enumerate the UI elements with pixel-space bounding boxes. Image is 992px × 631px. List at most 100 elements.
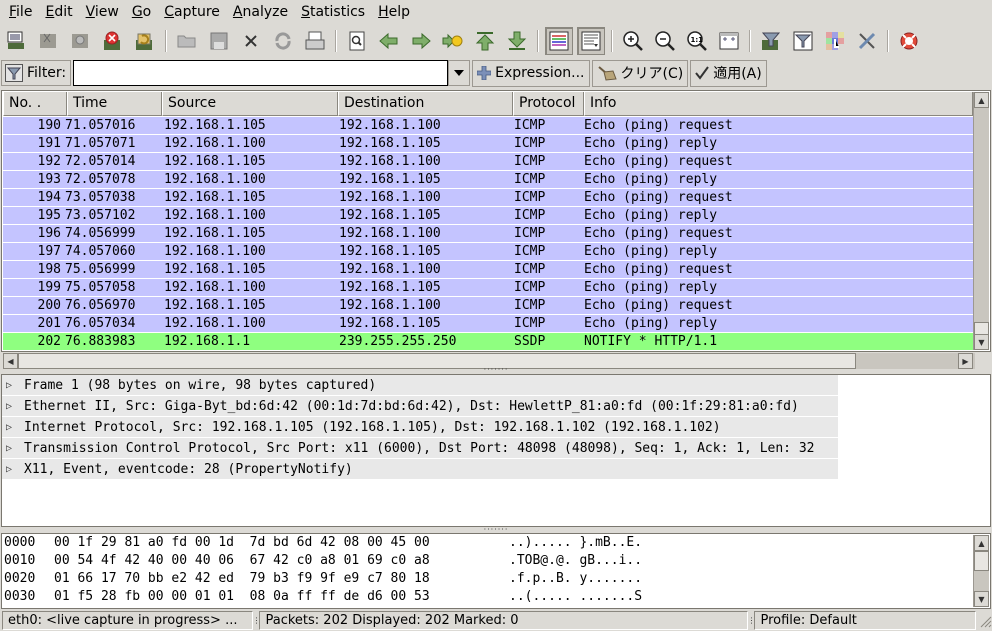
display-filter-input[interactable]: [73, 60, 449, 86]
scroll-up-button[interactable]: ▲: [974, 535, 989, 551]
go-last-button[interactable]: [503, 27, 531, 55]
auto-scroll-button[interactable]: [577, 27, 605, 55]
capture-interfaces-button[interactable]: [3, 27, 31, 55]
packet-row[interactable]: 191 71.057071 192.168.1.100 192.168.1.105 IC…: [3, 135, 973, 153]
scroll-up-button[interactable]: ▲: [974, 92, 989, 108]
go-forward-button[interactable]: [407, 27, 435, 55]
go-back-button[interactable]: [375, 27, 403, 55]
detail-tree-item[interactable]: ▷ Internet Protocol, Src: 192.168.1.105 (…: [2, 417, 838, 438]
zoom-normal-button[interactable]: 1:1: [683, 27, 711, 55]
capture-stop-button[interactable]: [99, 27, 127, 55]
packet-row[interactable]: 192 72.057014 192.168.1.105 192.168.1.100 IC…: [3, 153, 973, 171]
menu-capture[interactable]: Capture: [159, 2, 225, 22]
find-packet-button[interactable]: [343, 27, 371, 55]
column-header-source[interactable]: Source: [162, 92, 338, 116]
detail-tree-item[interactable]: ▷ X11, Event, eventcode: 28 (PropertyNoti…: [2, 459, 838, 480]
byte-offset: 0000: [4, 535, 36, 550]
pane-splitter-top[interactable]: ·······: [0, 366, 992, 374]
packet-row[interactable]: 202 76.883983 192.168.1.1 239.255.255.250 SS…: [3, 333, 973, 351]
column-header-time[interactable]: Time: [67, 92, 162, 116]
apply-button[interactable]: 適用(A): [690, 59, 767, 87]
scroll-down-button[interactable]: ▼: [974, 591, 989, 607]
packet-row[interactable]: 199 75.057058 192.168.1.100 192.168.1.105 IC…: [3, 279, 973, 297]
menu-file[interactable]: File: [4, 2, 37, 22]
packet-list-pane: No. . Time Source Destination Protocol I…: [1, 90, 991, 369]
menu-edit[interactable]: Edit: [40, 2, 77, 22]
capture-start-button[interactable]: [67, 27, 95, 55]
capture-filter-button[interactable]: [757, 27, 785, 55]
byte-ascii[interactable]: ..)..... }.mB..E.: [509, 534, 709, 552]
packet-row[interactable]: 198 75.056999 192.168.1.105 192.168.1.100 IC…: [3, 261, 973, 279]
column-header-no[interactable]: No. .: [3, 92, 67, 116]
zoom-out-button[interactable]: [651, 27, 679, 55]
cell-proto: ICMP: [514, 226, 546, 241]
menu-statistics[interactable]: Statistics: [296, 2, 370, 22]
colorize-button[interactable]: [545, 27, 573, 55]
cell-src: 192.168.1.105: [164, 262, 266, 277]
zoom-out-icon: [655, 31, 675, 51]
byte-ascii[interactable]: ..(..... .......S: [509, 588, 709, 606]
menu-view[interactable]: View: [81, 2, 124, 22]
save-file-button[interactable]: [205, 27, 233, 55]
expand-triangle-icon[interactable]: ▷: [6, 422, 18, 433]
packet-row[interactable]: 197 74.057060 192.168.1.100 192.168.1.105 IC…: [3, 243, 973, 261]
byte-ascii[interactable]: .TOB@.@. gB...i..: [509, 552, 709, 570]
expand-triangle-icon[interactable]: ▷: [6, 401, 18, 412]
detail-tree-item[interactable]: ▷ Transmission Control Protocol, Src Port…: [2, 438, 838, 459]
expression-button[interactable]: Expression...: [472, 59, 590, 87]
packet-row[interactable]: 190 71.057016 192.168.1.105 192.168.1.100 IC…: [3, 117, 973, 135]
byte-ascii[interactable]: .f.p..B. y.......: [509, 570, 709, 588]
open-file-button[interactable]: [173, 27, 201, 55]
packet-row[interactable]: 201 76.057034 192.168.1.100 192.168.1.105 IC…: [3, 315, 973, 333]
capture-options-button[interactable]: [35, 27, 63, 55]
bytes-vertical-scrollbar[interactable]: ▲ ▼: [973, 535, 989, 607]
bytes-row: 0000 00 1f 29 81 a0 fd 00 1d 7d bd 6d 42 …: [2, 534, 990, 552]
byte-hex[interactable]: 00 54 4f 42 40 00 40 06 67 42 c0 a8 01 6…: [54, 552, 509, 570]
column-header-destination[interactable]: Destination: [338, 92, 513, 116]
go-first-button[interactable]: [471, 27, 499, 55]
scrollbar-thumb[interactable]: [974, 551, 989, 571]
resize-columns-button[interactable]: [715, 27, 743, 55]
packet-row[interactable]: 196 74.056999 192.168.1.105 192.168.1.100 IC…: [3, 225, 973, 243]
column-header-info[interactable]: Info: [584, 92, 973, 116]
menu-go[interactable]: Go: [127, 2, 156, 22]
column-header-protocol[interactable]: Protocol: [513, 92, 584, 116]
expand-triangle-icon[interactable]: ▷: [6, 380, 18, 391]
close-file-button[interactable]: [237, 27, 265, 55]
byte-hex[interactable]: 01 f5 28 fb 00 00 01 01 08 0a ff ff de d…: [54, 588, 509, 606]
packet-row[interactable]: 195 73.057102 192.168.1.100 192.168.1.105 IC…: [3, 207, 973, 225]
cell-proto: ICMP: [514, 316, 546, 331]
filter-button[interactable]: Filter:: [1, 60, 72, 86]
byte-hex[interactable]: 01 66 17 70 bb e2 42 ed 79 b3 f9 9f e9 c…: [54, 570, 509, 588]
packet-row[interactable]: 193 72.057078 192.168.1.100 192.168.1.105 IC…: [3, 171, 973, 189]
resize-grip-icon[interactable]: [978, 614, 992, 628]
cell-no: 201: [37, 316, 61, 331]
cell-time: 75.056999: [65, 262, 136, 277]
display-filter-button[interactable]: [789, 27, 817, 55]
expand-triangle-icon[interactable]: ▷: [6, 443, 18, 454]
menu-analyze[interactable]: Analyze: [228, 2, 293, 22]
packet-row[interactable]: 194 73.057038 192.168.1.105 192.168.1.100 IC…: [3, 189, 973, 207]
preferences-button[interactable]: [853, 27, 881, 55]
go-to-packet-button[interactable]: [439, 27, 467, 55]
print-button[interactable]: [301, 27, 329, 55]
clear-button[interactable]: クリア(C): [591, 59, 689, 87]
coloring-rules-button[interactable]: [821, 27, 849, 55]
expand-triangle-icon[interactable]: ▷: [6, 464, 18, 475]
zoom-in-button[interactable]: [619, 27, 647, 55]
scroll-down-button[interactable]: ▼: [974, 334, 989, 350]
byte-hex[interactable]: 00 1f 29 81 a0 fd 00 1d 7d bd 6d 42 08 0…: [54, 534, 509, 552]
reload-button[interactable]: [269, 27, 297, 55]
profile-status[interactable]: Profile: Default: [754, 611, 977, 630]
detail-tree-item[interactable]: ▷ Ethernet II, Src: Giga-Byt_bd:6d:42 (00…: [2, 396, 838, 417]
menu-mnemonic: C: [164, 4, 175, 20]
packet-row[interactable]: 200 76.056970 192.168.1.105 192.168.1.100 IC…: [3, 297, 973, 315]
packet-list-vertical-scrollbar[interactable]: ▲ ▼: [973, 92, 989, 350]
menu-mnemonic: V: [85, 4, 95, 20]
help-button[interactable]: [895, 27, 923, 55]
detail-tree-item[interactable]: ▷ Frame 1 (98 bytes on wire, 98 bytes cap…: [2, 375, 838, 396]
menu-help[interactable]: Help: [373, 2, 415, 22]
preferences-icon: [858, 32, 876, 50]
capture-restart-button[interactable]: [131, 27, 159, 55]
filter-history-dropdown[interactable]: [448, 60, 471, 86]
